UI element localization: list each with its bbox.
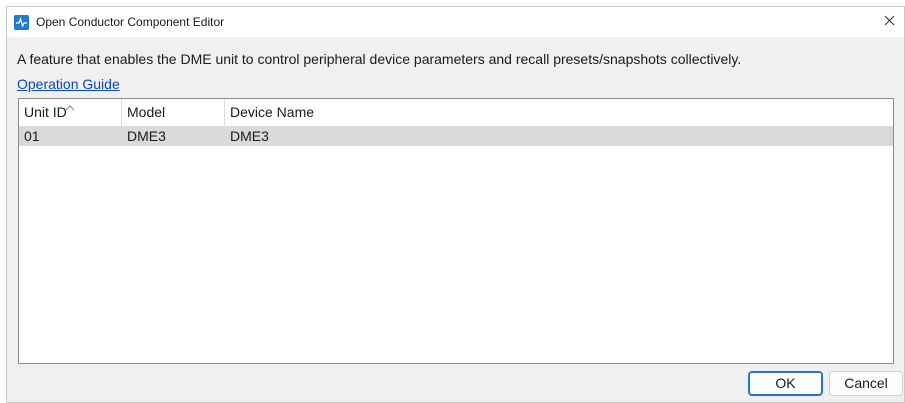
cell-model: DME3 xyxy=(127,128,166,144)
window-title: Open Conductor Component Editor xyxy=(36,15,225,29)
column-label: Unit ID xyxy=(24,104,67,120)
conductor-app-icon xyxy=(14,15,29,30)
column-header-unit-id[interactable]: Unit ID xyxy=(19,99,122,126)
operation-guide-link[interactable]: Operation Guide xyxy=(17,76,120,92)
column-header-device-name[interactable]: Device Name xyxy=(225,99,525,126)
close-icon[interactable] xyxy=(884,13,895,31)
cell-unit-id: 01 xyxy=(24,128,40,144)
title-bar: Open Conductor Component Editor xyxy=(7,7,904,37)
column-label: Device Name xyxy=(230,104,315,120)
sort-ascending-icon xyxy=(64,95,76,111)
cell-device-name: DME3 xyxy=(230,128,269,144)
table-row[interactable]: 01 DME3 DME3 xyxy=(19,126,893,146)
feature-description: A feature that enables the DME unit to c… xyxy=(17,51,742,67)
column-label: Model xyxy=(127,104,166,120)
conductor-editor-dialog: Open Conductor Component Editor A featur… xyxy=(6,6,905,403)
ok-button[interactable]: OK xyxy=(748,371,823,396)
column-header-model[interactable]: Model xyxy=(122,99,225,126)
device-table: Unit ID Model Device Name 01 DME3 DME3 xyxy=(18,98,894,364)
cancel-button[interactable]: Cancel xyxy=(829,371,903,396)
table-header: Unit ID Model Device Name xyxy=(19,99,893,126)
close-button[interactable] xyxy=(874,7,904,37)
